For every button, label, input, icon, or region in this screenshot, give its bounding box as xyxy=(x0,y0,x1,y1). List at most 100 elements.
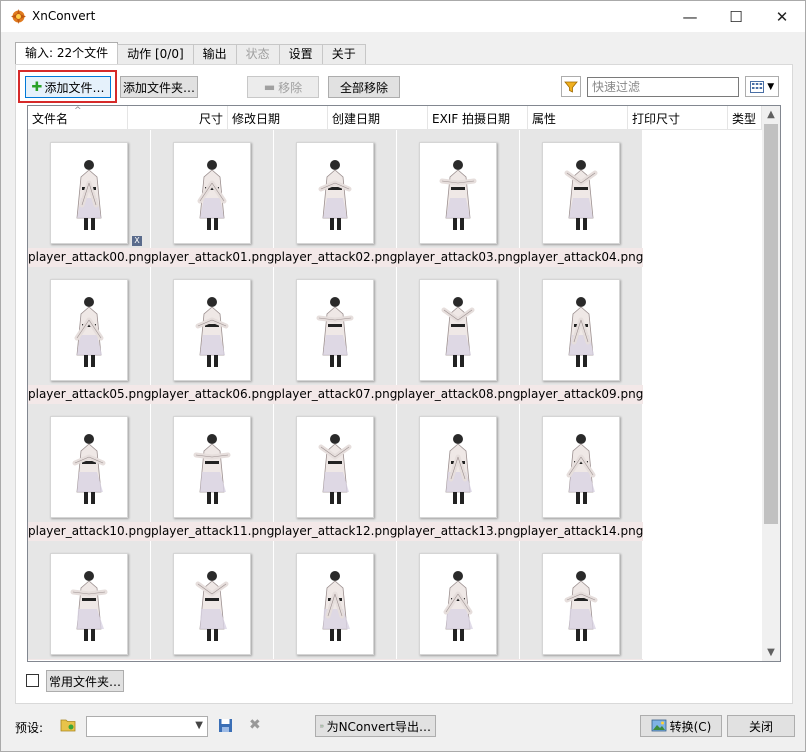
thumbnail-image xyxy=(173,279,251,381)
thumbnail-tile[interactable]: player_attack10.png xyxy=(28,404,151,541)
thumbnail-tile[interactable] xyxy=(28,541,151,660)
delete-icon[interactable]: ✖ xyxy=(249,717,261,733)
thumbnail-tile[interactable] xyxy=(151,541,274,660)
column-created-date[interactable]: 创建日期 xyxy=(328,106,428,130)
file-name-label: player_attack00.png xyxy=(28,248,151,267)
convert-button[interactable]: 转换(C) xyxy=(640,715,722,737)
plus-icon: ✚ xyxy=(31,79,43,95)
filter-icon xyxy=(564,81,578,93)
thumbnail-image xyxy=(50,553,128,655)
column-modified-date[interactable]: 修改日期 xyxy=(228,106,328,130)
remove-all-button[interactable]: 全部移除 xyxy=(328,76,400,98)
vertical-scrollbar[interactable]: ▲ ▼ xyxy=(762,106,780,661)
tab-settings[interactable]: 设置 xyxy=(278,44,323,64)
column-filename[interactable]: ^ 文件名 xyxy=(28,106,128,130)
scrollbar-thumb[interactable] xyxy=(764,124,778,524)
favorite-folders-button[interactable]: 常用文件夹… xyxy=(46,670,124,692)
app-icon xyxy=(11,9,26,24)
export-nconvert-button[interactable]: 为NConvert导出… xyxy=(315,715,436,737)
window-title: XnConvert xyxy=(32,9,96,23)
character-sprite xyxy=(195,297,229,367)
column-exif-date[interactable]: EXIF 拍摄日期 xyxy=(428,106,528,130)
thumbnail-tile[interactable] xyxy=(274,541,397,660)
folder-icon[interactable] xyxy=(60,717,76,733)
character-sprite xyxy=(322,571,350,641)
close-window-button[interactable]: ✕ xyxy=(759,1,805,32)
file-name-label xyxy=(151,659,274,660)
thumbnail-image xyxy=(173,142,251,244)
add-folder-button[interactable]: 添加文件夹… xyxy=(120,76,198,98)
app-window: XnConvert — ☐ ✕ 输入: 22个文件 动作 [0/0] 输出 状态… xyxy=(0,0,806,752)
thumbnail-tile[interactable]: Xplayer_attack00.png xyxy=(28,130,151,267)
column-size[interactable]: 尺寸 xyxy=(128,106,228,130)
thumbnail-tile[interactable]: player_attack14.png xyxy=(520,404,643,541)
thumbnail-tile[interactable]: player_attack03.png xyxy=(397,130,520,267)
chevron-down-icon: ▼ xyxy=(767,81,775,92)
file-name-label: player_attack06.png xyxy=(151,385,274,404)
file-name-label xyxy=(274,659,397,660)
tab-input[interactable]: 输入: 22个文件 xyxy=(15,42,119,64)
scroll-down-icon[interactable]: ▼ xyxy=(762,644,780,661)
thumbnail-tile[interactable]: player_attack13.png xyxy=(397,404,520,541)
minimize-button[interactable]: — xyxy=(667,1,713,32)
character-sprite xyxy=(318,160,352,230)
favorites-checkbox[interactable] xyxy=(26,674,39,687)
remove-label: 移除 xyxy=(278,80,303,95)
thumbnail-image xyxy=(296,279,374,381)
thumbnail-image xyxy=(173,416,251,518)
tab-status[interactable]: 状态 xyxy=(235,44,280,64)
thumbnail-tile[interactable]: player_attack05.png xyxy=(28,267,151,404)
add-files-button[interactable]: ✚ 添加文件… xyxy=(25,76,111,98)
convert-icon xyxy=(651,719,667,732)
thumbnail-tile[interactable]: player_attack01.png xyxy=(151,130,274,267)
character-sprite xyxy=(445,434,472,504)
maximize-button[interactable]: ☐ xyxy=(713,1,759,32)
character-sprite xyxy=(439,160,477,230)
filter-toggle-button[interactable] xyxy=(561,76,581,97)
thumbnail-image xyxy=(50,416,128,518)
minus-icon: ▬ xyxy=(263,80,276,94)
character-sprite xyxy=(318,434,352,504)
character-sprite xyxy=(568,297,594,367)
save-icon[interactable] xyxy=(218,718,233,733)
file-name-label: player_attack10.png xyxy=(28,522,151,541)
quick-filter-input[interactable] xyxy=(587,77,739,97)
file-name-label: player_attack09.png xyxy=(520,385,643,404)
thumbnail-image xyxy=(542,416,620,518)
file-list[interactable]: ^ 文件名 尺寸 修改日期 创建日期 EXIF 拍摄日期 属性 打印尺寸 类型 … xyxy=(27,105,781,662)
thumbnail-image xyxy=(173,553,251,655)
column-attributes[interactable]: 属性 xyxy=(528,106,628,130)
file-name-label: player_attack11.png xyxy=(151,522,274,541)
column-type[interactable]: 类型 xyxy=(728,106,762,130)
thumbnail-tile[interactable] xyxy=(397,541,520,660)
remove-button[interactable]: ▬ 移除 xyxy=(247,76,319,98)
thumbnail-tile[interactable]: player_attack09.png xyxy=(520,267,643,404)
thumbnail-tile[interactable]: player_attack07.png xyxy=(274,267,397,404)
scroll-up-icon[interactable]: ▲ xyxy=(762,106,780,123)
thumbnail-tile[interactable]: player_attack04.png xyxy=(520,130,643,267)
thumbnail-image xyxy=(296,416,374,518)
file-name-label: player_attack03.png xyxy=(397,248,520,267)
convert-label: 转换(C) xyxy=(669,719,712,734)
image-format-badge: X xyxy=(132,236,142,246)
thumbnail-image xyxy=(50,142,128,244)
character-sprite xyxy=(564,160,598,230)
close-button[interactable]: 关闭 xyxy=(727,715,795,737)
tab-about[interactable]: 关于 xyxy=(321,44,366,64)
list-header: ^ 文件名 尺寸 修改日期 创建日期 EXIF 拍摄日期 属性 打印尺寸 类型 xyxy=(28,106,762,130)
thumbnail-tile[interactable]: player_attack06.png xyxy=(151,267,274,404)
thumbnail-tile[interactable] xyxy=(520,541,643,660)
view-mode-button[interactable]: ▼ xyxy=(745,76,779,97)
character-sprite xyxy=(72,434,106,504)
tab-actions[interactable]: 动作 [0/0] xyxy=(117,44,194,64)
file-name-label: player_attack01.png xyxy=(151,248,274,267)
thumbnail-tile[interactable]: player_attack02.png xyxy=(274,130,397,267)
preset-select[interactable]: ▼ xyxy=(86,716,208,737)
thumbnail-tile[interactable]: player_attack12.png xyxy=(274,404,397,541)
tab-output[interactable]: 输出 xyxy=(192,44,237,64)
thumbnail-grid: Xplayer_attack00.png player_attack01.png p… xyxy=(28,130,762,660)
thumbnail-tile[interactable]: player_attack11.png xyxy=(151,404,274,541)
column-print-size[interactable]: 打印尺寸 xyxy=(628,106,728,130)
thumbnail-tile[interactable]: player_attack08.png xyxy=(397,267,520,404)
file-name-label: player_attack07.png xyxy=(274,385,397,404)
